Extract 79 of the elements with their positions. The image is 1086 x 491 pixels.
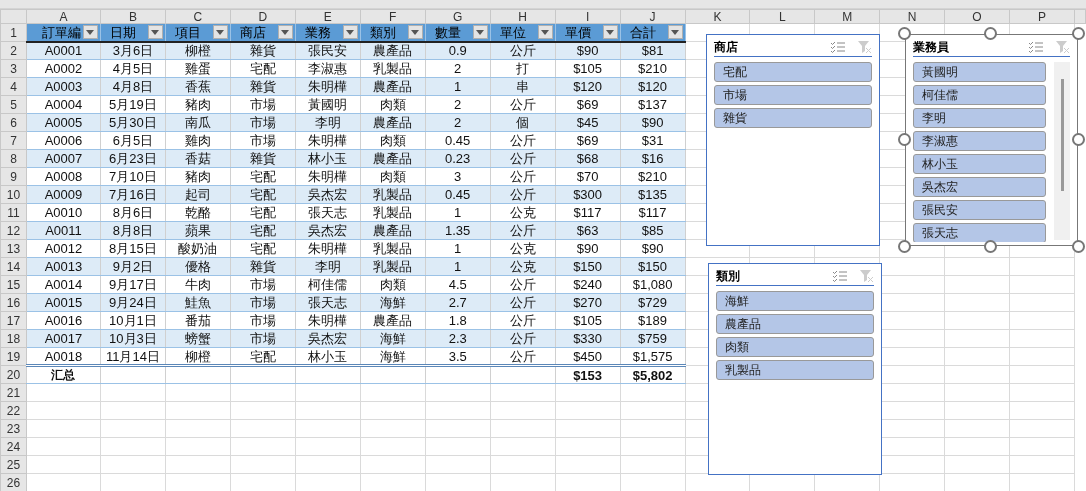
- column-header[interactable]: D: [230, 9, 296, 24]
- slicer-title: 商店: [714, 39, 739, 56]
- filter-dropdown-button[interactable]: [342, 25, 358, 40]
- column-title: 訂單編: [40, 24, 81, 40]
- filter-dropdown-button[interactable]: [472, 25, 488, 40]
- caret-icon: [476, 29, 485, 35]
- column-title: 商店: [239, 24, 268, 40]
- column-header[interactable]: M: [814, 9, 880, 24]
- slicer-item[interactable]: 林小玉: [913, 154, 1046, 174]
- slicer-panel[interactable]: 業務員 黃國明 柯佳儒 李明 李淑惠 林小玉 吳杰宏 張民安 張天志: [905, 34, 1078, 246]
- slicer-item[interactable]: 吳杰宏: [913, 177, 1046, 197]
- slicer-item[interactable]: 農產品: [716, 314, 874, 334]
- column-header[interactable]: N: [879, 9, 945, 24]
- slicer-item[interactable]: 市場: [714, 85, 872, 105]
- scrollbar[interactable]: [1054, 62, 1070, 240]
- slicer-item[interactable]: 張天志: [913, 223, 1046, 242]
- slicer-item[interactable]: 李淑惠: [913, 131, 1046, 151]
- resize-handle[interactable]: [1072, 27, 1085, 40]
- column-header[interactable]: P: [1009, 9, 1075, 24]
- column-title: 單位: [499, 24, 528, 40]
- caret-icon: [411, 29, 420, 35]
- caret-icon: [606, 29, 615, 35]
- slicer-item[interactable]: 黃國明: [913, 62, 1046, 82]
- caret-icon: [216, 29, 225, 35]
- filter-dropdown-button[interactable]: [667, 25, 683, 40]
- filter-dropdown-button[interactable]: [212, 25, 228, 40]
- slicer-item[interactable]: 張民安: [913, 200, 1046, 220]
- column-header[interactable]: J: [620, 9, 686, 24]
- slicer-panel[interactable]: 商店 宅配 市場 雜貨: [706, 34, 880, 246]
- column-header[interactable]: A: [26, 9, 101, 24]
- slicer-title: 業務員: [913, 39, 950, 56]
- slicer-item[interactable]: 雜貨: [714, 108, 872, 128]
- caret-icon: [541, 29, 550, 35]
- column-title: 日期: [109, 24, 138, 40]
- column-title: 項目: [174, 24, 203, 40]
- scrollbar-thumb[interactable]: [1060, 79, 1064, 191]
- column-header[interactable]: C: [165, 9, 231, 24]
- column-header[interactable]: E: [295, 9, 361, 24]
- filter-dropdown-button[interactable]: [602, 25, 618, 40]
- caret-icon: [86, 29, 95, 35]
- filter-dropdown-button[interactable]: [147, 25, 163, 40]
- column-header[interactable]: L: [749, 9, 815, 24]
- caret-icon: [671, 29, 680, 35]
- resize-handle[interactable]: [898, 27, 911, 40]
- multi-select-icon[interactable]: [830, 41, 846, 53]
- column-header[interactable]: O: [944, 9, 1010, 24]
- slicer-item[interactable]: 肉類: [716, 337, 874, 357]
- column-title: 數量: [434, 24, 463, 40]
- table-cell: 汇总: [26, 365, 101, 384]
- table-cell: $5,802: [620, 365, 686, 384]
- column-title: 業務: [304, 24, 333, 40]
- column-title: 類別: [369, 24, 398, 40]
- resize-handle[interactable]: [1072, 240, 1085, 253]
- filter-dropdown-button[interactable]: [407, 25, 423, 40]
- filter-dropdown-button[interactable]: [277, 25, 293, 40]
- slicer-item[interactable]: 柯佳儒: [913, 85, 1046, 105]
- filter-dropdown-button[interactable]: [537, 25, 553, 40]
- caret-icon: [151, 29, 160, 35]
- slicer-item[interactable]: 海鮮: [716, 291, 874, 311]
- caret-icon: [346, 29, 355, 35]
- caret-icon: [281, 29, 290, 35]
- slicer-item[interactable]: 宅配: [714, 62, 872, 82]
- column-header[interactable]: G: [425, 9, 491, 24]
- column-title: 合計: [629, 24, 658, 40]
- column-header[interactable]: H: [490, 9, 556, 24]
- table-cell: $153: [555, 365, 621, 384]
- resize-handle[interactable]: [898, 240, 911, 253]
- multi-select-icon[interactable]: [832, 270, 848, 282]
- slicer-item[interactable]: 李明: [913, 108, 1046, 128]
- column-header[interactable]: F: [360, 9, 426, 24]
- column-header[interactable]: B: [100, 9, 166, 24]
- column-header[interactable]: K: [685, 9, 750, 24]
- multi-select-icon[interactable]: [1028, 41, 1044, 53]
- slicer-title: 類別: [716, 268, 741, 285]
- filter-dropdown-button[interactable]: [82, 25, 98, 40]
- column-title: 單價: [564, 24, 593, 40]
- slicer-panel[interactable]: 類別 海鮮 農產品 肉類 乳製品: [708, 263, 882, 475]
- slicer-item[interactable]: 乳製品: [716, 360, 874, 380]
- column-header[interactable]: I: [555, 9, 621, 24]
